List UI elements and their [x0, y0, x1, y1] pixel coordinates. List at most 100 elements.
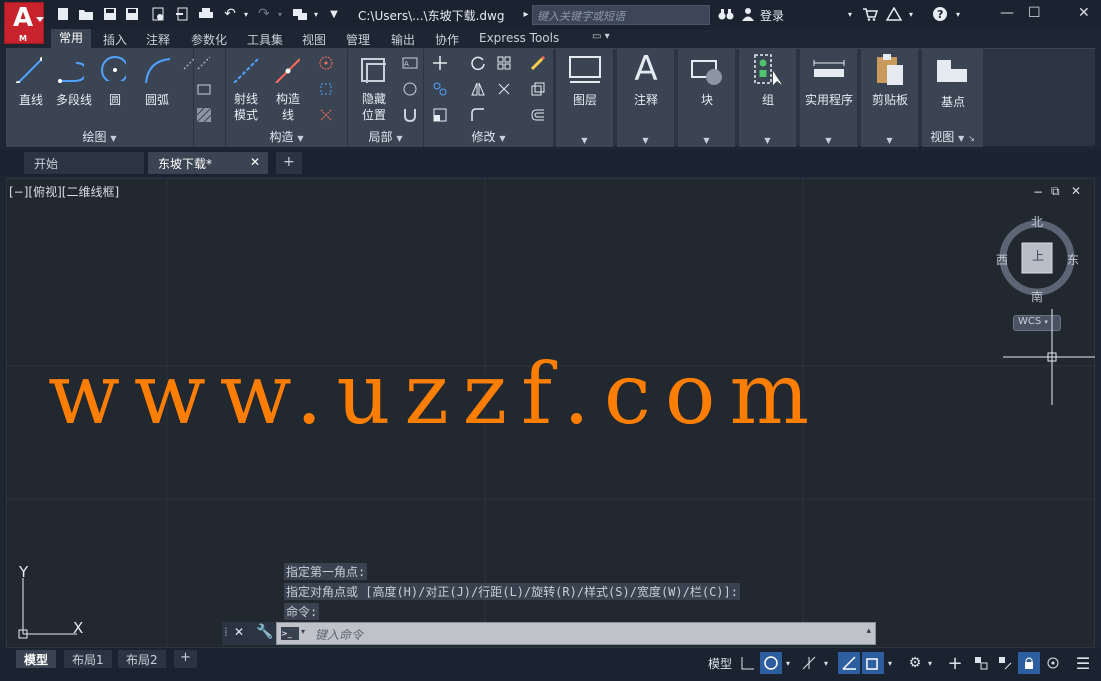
array-icon[interactable]	[530, 81, 546, 97]
autocad-logo-button[interactable]: A M	[4, 2, 44, 44]
copy-icon[interactable]	[432, 81, 448, 97]
dialog-launcher-icon[interactable]: ↘	[968, 134, 975, 143]
layout-tab-model[interactable]: 模型	[16, 650, 57, 668]
close-tab-icon[interactable]: ✕	[250, 155, 260, 169]
line-tool-button[interactable]: 直线	[16, 91, 46, 108]
gear-dropdown-icon[interactable]: ▾	[924, 652, 936, 674]
cart-icon[interactable]	[862, 6, 878, 22]
layout-tab-layout1[interactable]: 布局1	[64, 650, 112, 668]
compass-south[interactable]: 南	[1031, 288, 1043, 305]
print-icon[interactable]	[198, 6, 214, 22]
file-tab-drawing[interactable]: 东坡下载* ✕	[148, 152, 268, 174]
object-snap-icon[interactable]	[862, 652, 884, 674]
snap-dropdown-icon[interactable]: ▾	[782, 652, 794, 674]
viewcube[interactable]: 上 北 南 东 西	[996, 215, 1079, 304]
new-tab-button[interactable]: +	[276, 152, 302, 174]
search-input[interactable]: 键入关键字或短语	[532, 5, 710, 25]
viewport-minimize-button[interactable]: −	[1033, 185, 1043, 199]
tab-annotate[interactable]: 注释	[146, 31, 170, 48]
history-up-icon[interactable]: ▴	[866, 626, 871, 636]
panel-modify-title[interactable]: 修改 ▼	[424, 128, 553, 145]
tab-parametric[interactable]: 参数化	[191, 31, 227, 48]
viewport-close-button[interactable]: ✕	[1071, 184, 1081, 198]
redo-dropdown-icon[interactable]: ▾	[272, 6, 288, 22]
ray-mode-button[interactable]: 射线 模式	[228, 91, 264, 123]
panel-clipboard[interactable]: 剪贴板 ▼	[861, 49, 919, 147]
gear-icon[interactable]: ⚙	[904, 652, 926, 674]
panel-draw-title[interactable]: 绘图 ▼	[6, 128, 193, 145]
compass-east[interactable]: 东	[1067, 251, 1079, 268]
circle-tool-button[interactable]: 圆	[105, 91, 125, 108]
point-tool-icon[interactable]	[318, 55, 334, 71]
minimize-button[interactable]: —	[1000, 5, 1014, 21]
open-folder-icon[interactable]	[78, 6, 94, 22]
hatch-dashed-icon[interactable]	[196, 55, 212, 71]
tab-express-tools[interactable]: Express Tools	[479, 31, 559, 45]
drag-handle-icon[interactable]: ⁞	[224, 625, 228, 639]
share-icon[interactable]	[174, 6, 190, 22]
command-input[interactable]: >_ ▾ 键入命令 ▴	[276, 622, 876, 645]
save-icon[interactable]	[102, 6, 118, 22]
tab-view[interactable]: 视图	[302, 31, 326, 48]
viewport-controls-label[interactable]: [−][俯视][二维线框]	[9, 183, 119, 200]
panel-annotation[interactable]: A 注释 ▼	[617, 49, 675, 147]
panel-local-title[interactable]: 局部 ▼	[348, 128, 423, 145]
maximize-button[interactable]: ☐	[1028, 5, 1041, 21]
text-abc-icon[interactable]: A	[402, 55, 418, 71]
ribbon-minimize-icon[interactable]: ▭ ▾	[592, 31, 610, 42]
file-tab-start[interactable]: 开始	[24, 152, 144, 174]
tab-output[interactable]: 输出	[391, 31, 415, 48]
add-layout-button[interactable]: +	[174, 650, 197, 668]
binoculars-icon[interactable]	[718, 6, 734, 22]
tab-collaborate[interactable]: 协作	[435, 31, 459, 48]
connect-icon[interactable]	[886, 6, 902, 22]
panel-view-title[interactable]: 视图 ▼ ↘	[922, 128, 983, 145]
erase-icon[interactable]	[530, 55, 546, 71]
undo-icon[interactable]: ↶	[222, 6, 238, 22]
panel-utilities[interactable]: 实用程序 ▼	[800, 49, 858, 147]
workspace-dropdown-icon[interactable]: ▾	[308, 6, 324, 22]
xline-button[interactable]: 构造线	[270, 91, 306, 123]
rectangle-tool-icon[interactable]	[196, 81, 212, 97]
trim-icon[interactable]	[496, 55, 512, 71]
compass-west[interactable]: 西	[996, 251, 1008, 268]
measure-tool-icon[interactable]	[318, 107, 334, 123]
viewcube-top-face[interactable]: 上	[1032, 247, 1044, 264]
snap-mode-icon[interactable]	[760, 652, 782, 674]
customization-menu-icon[interactable]: ☰	[1072, 652, 1094, 674]
chevron-down-icon[interactable]: ▾	[301, 627, 305, 636]
terminal-icon[interactable]: >_	[281, 627, 299, 640]
plus-icon[interactable]: +	[944, 652, 966, 674]
redo-icon[interactable]: ↷	[256, 6, 272, 22]
connect-dropdown-icon[interactable]: ▾	[903, 6, 919, 22]
isodraft-icon[interactable]	[838, 652, 860, 674]
customize-qat-icon[interactable]: ▼	[326, 6, 342, 22]
fillet-icon[interactable]	[496, 81, 512, 97]
panel-group[interactable]: 组 ▼	[739, 49, 797, 147]
units-icon[interactable]	[994, 652, 1016, 674]
login-dropdown-icon[interactable]: ▾	[842, 6, 858, 22]
regen-icon[interactable]	[402, 81, 418, 97]
login-link[interactable]: 登录	[760, 7, 784, 24]
user-icon[interactable]	[740, 6, 756, 22]
viewport-restore-button[interactable]: ⧉	[1051, 184, 1060, 199]
undo-dropdown-icon[interactable]: ▾	[238, 6, 254, 22]
open-from-web-icon[interactable]	[150, 6, 166, 22]
polar-tracking-icon[interactable]	[798, 652, 820, 674]
help-icon[interactable]: ?	[932, 6, 948, 22]
panel-construct-title[interactable]: 构造 ▼	[226, 128, 347, 145]
offset-icon[interactable]	[530, 107, 546, 123]
panel-layers[interactable]: 图层 ▼	[556, 49, 614, 147]
mirror-icon[interactable]	[470, 81, 486, 97]
new-file-icon[interactable]	[55, 6, 71, 22]
workspace-icon[interactable]	[292, 6, 308, 22]
magnet-icon[interactable]	[402, 107, 418, 123]
divide-tool-icon[interactable]	[318, 81, 334, 97]
base-point-button[interactable]: 基点	[922, 93, 984, 110]
help-dropdown-icon[interactable]: ▾	[950, 6, 966, 22]
hide-position-button[interactable]: 隐藏 位置	[356, 91, 392, 123]
polyline-tool-button[interactable]: 多段线	[54, 91, 94, 108]
hatch-tool-icon[interactable]	[196, 107, 212, 123]
isolate-objects-icon[interactable]	[1042, 652, 1064, 674]
panel-block[interactable]: 块 ▼	[678, 49, 736, 147]
